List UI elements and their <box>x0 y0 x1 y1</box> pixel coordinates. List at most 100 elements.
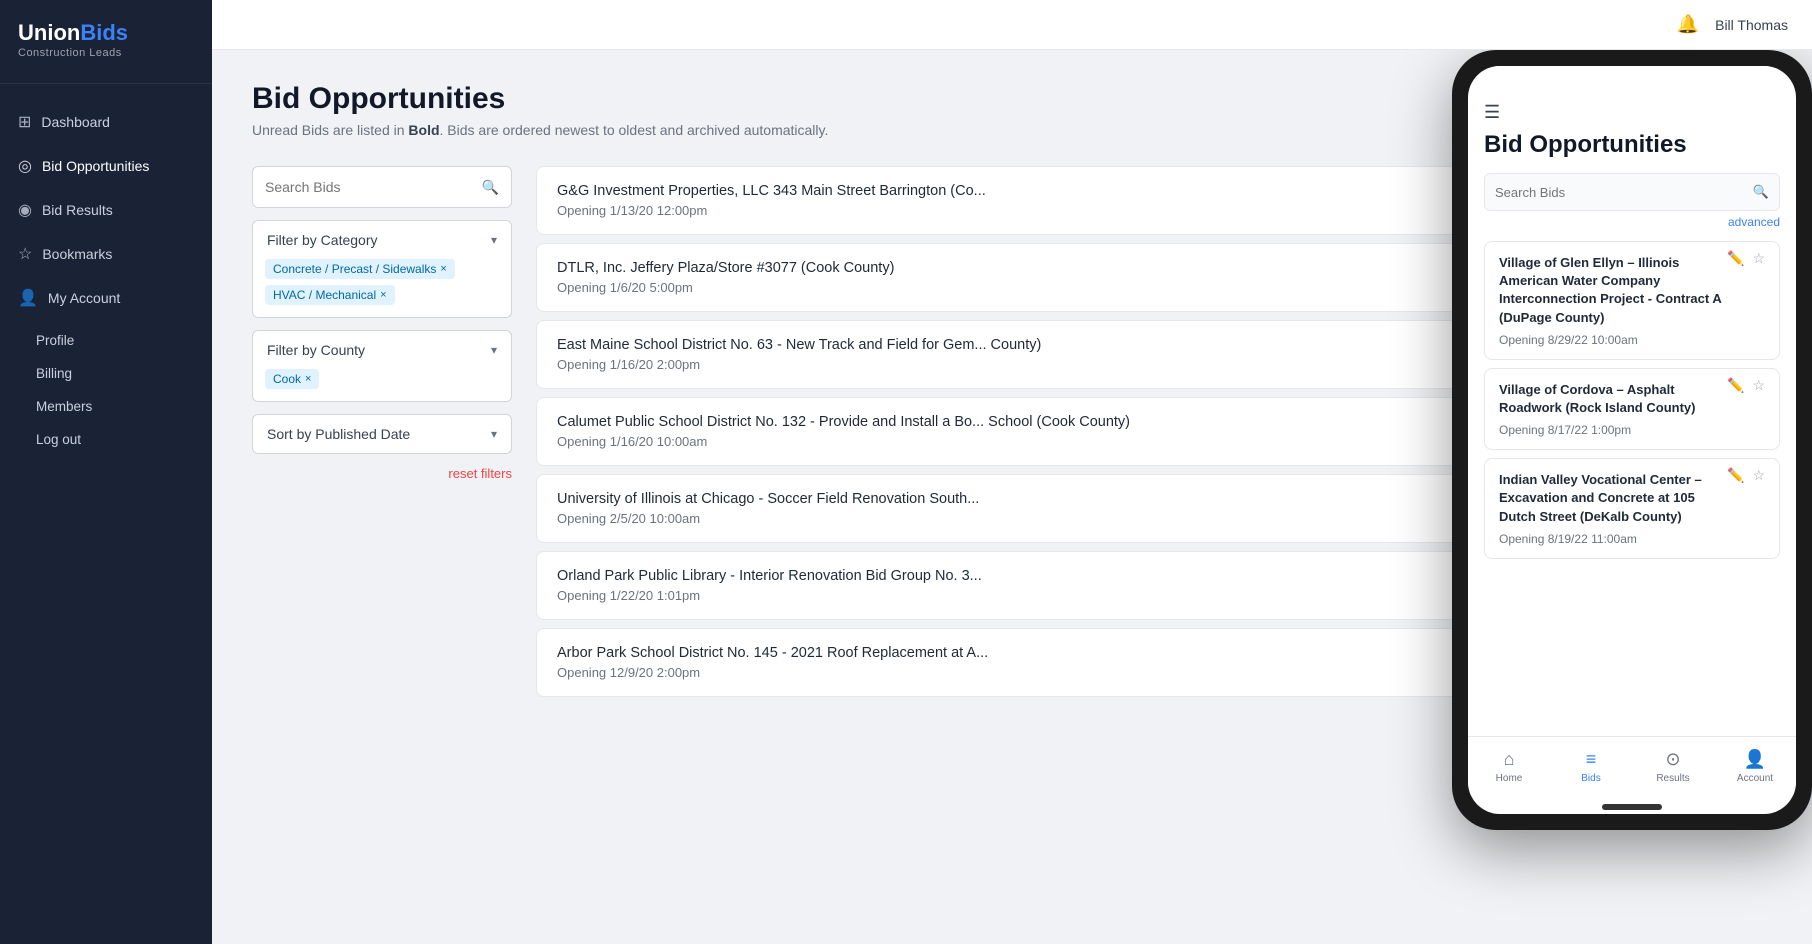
category-tag-hvac-label: HVAC / Mechanical <box>273 288 376 302</box>
bid-results-icon: ◉ <box>18 200 32 220</box>
category-filter-tags: Concrete / Precast / Sidewalks × HVAC / … <box>253 259 511 317</box>
sidebar-item-label: Bid Results <box>42 202 113 218</box>
phone-search-icon: 🔍 <box>1753 184 1769 200</box>
sidebar-item-label: Bid Opportunities <box>42 158 149 174</box>
logo-union-text: Union <box>18 20 80 45</box>
account-sub-nav: Profile Billing Members Log out <box>0 320 212 456</box>
top-bar: 🔔 Bill Thomas <box>212 0 1812 50</box>
county-chevron-icon: ▾ <box>491 343 497 357</box>
sidebar-item-members[interactable]: Members <box>0 390 212 423</box>
phone-bid-edit-icon[interactable]: ✏️ <box>1727 467 1744 484</box>
category-tag-concrete-remove[interactable]: × <box>440 263 446 275</box>
sidebar-logo: UnionBids Construction Leads <box>0 0 212 84</box>
phone-nav-bids-label: Bids <box>1581 773 1600 784</box>
phone-bid-star-icon[interactable]: ☆ <box>1752 467 1765 484</box>
sidebar-item-label: My Account <box>48 290 120 306</box>
sidebar-item-bookmarks[interactable]: ☆ Bookmarks <box>0 232 212 276</box>
phone-nav-bids[interactable]: ≡ Bids <box>1550 749 1632 784</box>
phone-advanced-link[interactable]: advanced <box>1484 215 1780 229</box>
phone-mockup: ☰ Bid Opportunities 🔍 advanced Village o… <box>1452 50 1812 830</box>
phone-bid-star-icon[interactable]: ☆ <box>1752 250 1765 267</box>
phone-bid-star-icon[interactable]: ☆ <box>1752 377 1765 394</box>
phone-search-bar[interactable]: 🔍 <box>1484 173 1780 211</box>
phone-bid-title: Village of Cordova – Asphalt Roadwork (R… <box>1499 381 1727 417</box>
phone-search-input[interactable] <box>1495 185 1753 200</box>
phone-bid-actions: ✏️ ☆ <box>1727 377 1765 394</box>
search-icon: 🔍 <box>482 179 499 196</box>
reset-filters-button[interactable]: reset filters <box>252 466 512 481</box>
search-input[interactable] <box>265 179 482 195</box>
sidebar-item-billing[interactable]: Billing <box>0 357 212 390</box>
sort-dropdown[interactable]: Sort by Published Date ▾ <box>252 414 512 454</box>
sidebar-item-my-account[interactable]: 👤 My Account <box>0 276 212 320</box>
category-tag-concrete[interactable]: Concrete / Precast / Sidewalks × <box>265 259 455 279</box>
subtitle-bold: Bold <box>408 122 439 138</box>
county-filter-dropdown: Filter by County ▾ Cook × <box>252 330 512 402</box>
user-name: Bill Thomas <box>1715 17 1788 33</box>
phone-bids-icon: ≡ <box>1586 749 1597 770</box>
phone-bottom-nav: ⌂ Home ≡ Bids ⊙ Results 👤 Account <box>1468 736 1796 796</box>
sidebar-item-bid-opportunities[interactable]: ◎ Bid Opportunities <box>0 144 212 188</box>
phone-nav-results-label: Results <box>1656 773 1689 784</box>
category-chevron-icon: ▾ <box>491 233 497 247</box>
dashboard-icon: ⊞ <box>18 112 31 132</box>
notification-bell-icon[interactable]: 🔔 <box>1677 14 1699 35</box>
category-filter-dropdown: Filter by Category ▾ Concrete / Precast … <box>252 220 512 318</box>
county-filter-tags: Cook × <box>253 369 511 401</box>
phone-nav-home-label: Home <box>1496 773 1523 784</box>
phone-bid-card[interactable]: Village of Glen Ellyn – Illinois America… <box>1484 241 1780 360</box>
phone-bid-actions: ✏️ ☆ <box>1727 250 1765 267</box>
sort-label: Sort by Published Date <box>267 426 410 442</box>
category-tag-hvac[interactable]: HVAC / Mechanical × <box>265 285 395 305</box>
county-tag-cook[interactable]: Cook × <box>265 369 319 389</box>
logo-sub-text: Construction Leads <box>18 47 194 59</box>
phone-nav-account-label: Account <box>1737 773 1773 784</box>
phone-menu-icon[interactable]: ☰ <box>1468 94 1796 131</box>
phone-home-button[interactable] <box>1602 804 1662 810</box>
phone-results-icon: ⊙ <box>1665 749 1680 770</box>
sidebar-item-profile[interactable]: Profile <box>0 324 212 357</box>
category-filter-label: Filter by Category <box>267 232 377 248</box>
county-tag-cook-label: Cook <box>273 372 301 386</box>
main-wrapper: 🔔 Bill Thomas Bid Opportunities Unread B… <box>212 0 1812 944</box>
category-tag-hvac-remove[interactable]: × <box>380 289 386 301</box>
phone-page-title: Bid Opportunities <box>1484 131 1780 159</box>
phone-account-icon: 👤 <box>1744 749 1766 770</box>
phone-bid-edit-icon[interactable]: ✏️ <box>1727 250 1744 267</box>
phone-screen: ☰ Bid Opportunities 🔍 advanced Village o… <box>1468 66 1796 814</box>
county-filter-header[interactable]: Filter by County ▾ <box>253 331 511 369</box>
subtitle-prefix: Unread Bids are listed in <box>252 122 408 138</box>
category-tag-concrete-label: Concrete / Precast / Sidewalks <box>273 262 436 276</box>
bookmarks-icon: ☆ <box>18 244 32 264</box>
phone-bid-card[interactable]: Indian Valley Vocational Center – Excava… <box>1484 458 1780 559</box>
search-field[interactable]: 🔍 <box>252 166 512 208</box>
sort-chevron-icon: ▾ <box>491 427 497 441</box>
phone-bid-edit-icon[interactable]: ✏️ <box>1727 377 1744 394</box>
county-filter-label: Filter by County <box>267 342 365 358</box>
sidebar-item-label: Dashboard <box>41 114 110 130</box>
phone-nav-home[interactable]: ⌂ Home <box>1468 749 1550 784</box>
phone-bid-date: Opening 8/29/22 10:00am <box>1499 333 1727 347</box>
sidebar-item-dashboard[interactable]: ⊞ Dashboard <box>0 100 212 144</box>
county-tag-cook-remove[interactable]: × <box>305 373 311 385</box>
phone-content: Bid Opportunities 🔍 advanced Village of … <box>1468 131 1796 736</box>
phone-home-icon: ⌂ <box>1504 749 1515 770</box>
bid-opportunities-icon: ◎ <box>18 156 32 176</box>
logo-bids-text: Bids <box>80 20 128 45</box>
phone-bid-date: Opening 8/19/22 11:00am <box>1499 532 1727 546</box>
sidebar: UnionBids Construction Leads ⊞ Dashboard… <box>0 0 212 944</box>
filters-panel: 🔍 Filter by Category ▾ Concrete / Precas… <box>252 166 512 481</box>
subtitle-suffix: . Bids are ordered newest to oldest and … <box>440 122 829 138</box>
category-filter-header[interactable]: Filter by Category ▾ <box>253 221 511 259</box>
phone-bid-actions: ✏️ ☆ <box>1727 467 1765 484</box>
sidebar-nav: ⊞ Dashboard ◎ Bid Opportunities ◉ Bid Re… <box>0 84 212 944</box>
phone-bid-date: Opening 8/17/22 1:00pm <box>1499 423 1727 437</box>
phone-bid-card[interactable]: Village of Cordova – Asphalt Roadwork (R… <box>1484 368 1780 450</box>
phone-nav-results[interactable]: ⊙ Results <box>1632 749 1714 784</box>
phone-nav-account[interactable]: 👤 Account <box>1714 749 1796 784</box>
main-content: Bid Opportunities Unread Bids are listed… <box>212 50 1812 944</box>
sidebar-item-label: Bookmarks <box>42 246 112 262</box>
sidebar-item-bid-results[interactable]: ◉ Bid Results <box>0 188 212 232</box>
phone-bid-title: Indian Valley Vocational Center – Excava… <box>1499 471 1727 526</box>
sidebar-item-logout[interactable]: Log out <box>0 423 212 456</box>
